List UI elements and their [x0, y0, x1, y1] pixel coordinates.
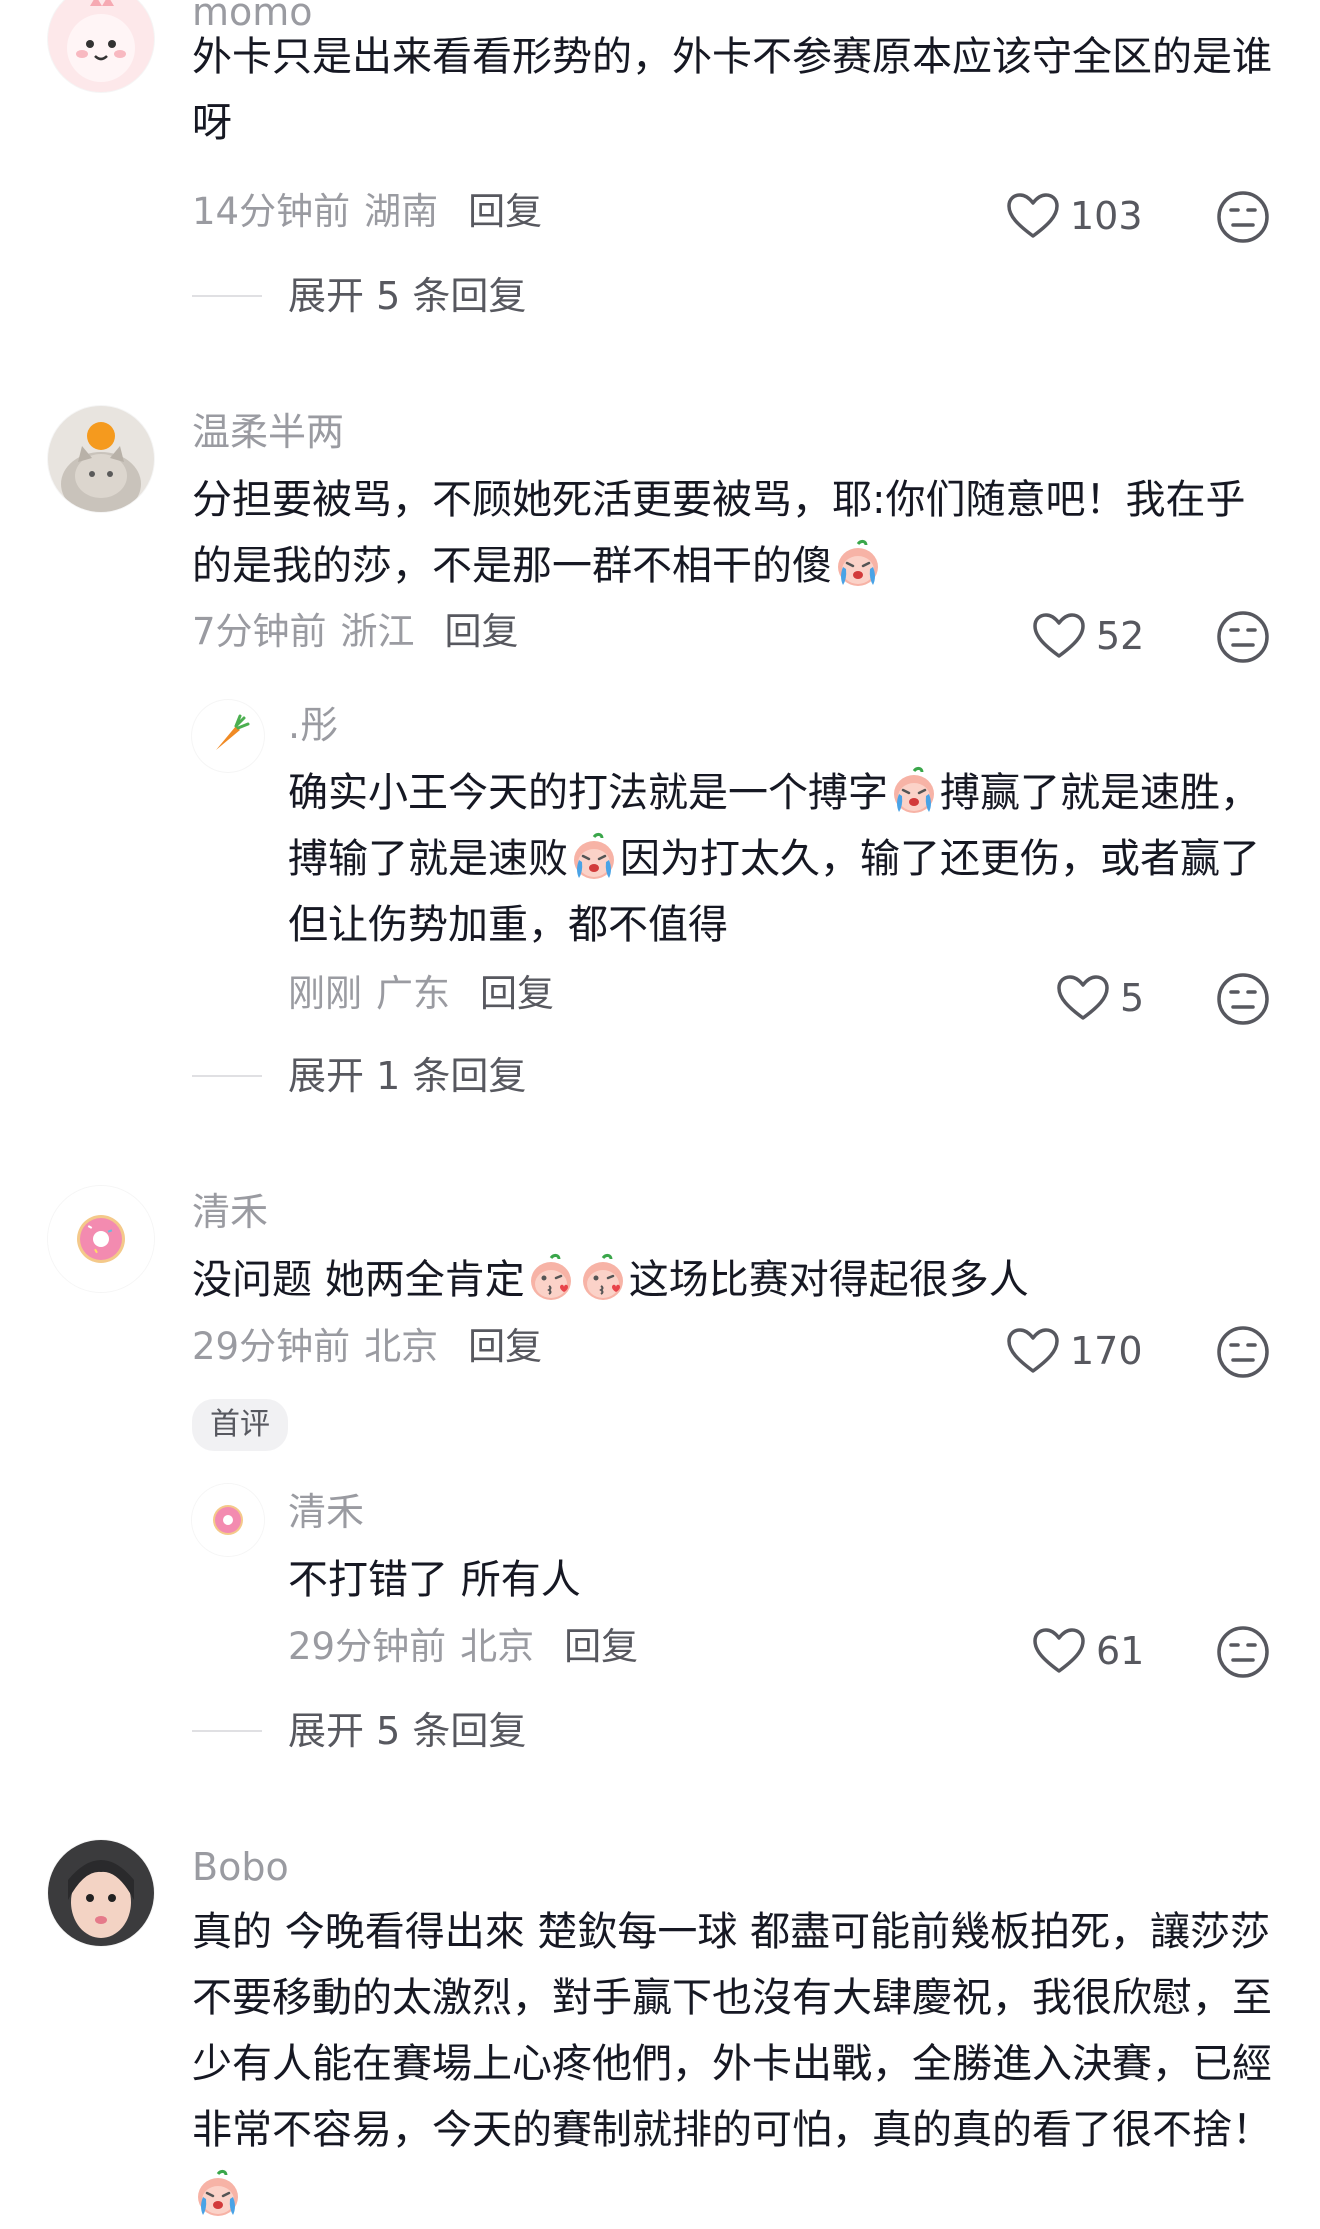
heart-outline-icon [1032, 1627, 1086, 1675]
comment-location: 浙江 [340, 610, 415, 653]
heart-outline-icon [1056, 974, 1110, 1022]
reply-time: 29分钟前 [288, 1625, 447, 1668]
kissing-peach-emoji [526, 1253, 576, 1303]
reply-text: 不打错了 所有人 [288, 1557, 581, 1603]
comment-text-part: 这场比赛对得起很多人 [628, 1257, 1029, 1303]
reply-text: 确实小王今天的打法就是一个搏字 搏赢了就是速胜，搏输了就是速败 因为打太久，输了还更… [288, 760, 1268, 958]
meh-face-icon[interactable] [1216, 1325, 1270, 1379]
reply-button[interactable]: 回复 [480, 972, 554, 1015]
avatar[interactable] [192, 1484, 264, 1556]
crying-peach-emoji [193, 2169, 243, 2219]
avatar[interactable] [48, 1840, 154, 1946]
meh-face-icon[interactable] [1216, 610, 1270, 664]
expand-replies-label: 展开 1 条回复 [288, 1054, 527, 1098]
reply-button[interactable]: 回复 [468, 1325, 542, 1368]
meh-face-icon[interactable] [1216, 972, 1270, 1026]
comment-text-part: 没问题 她两全肯定 [192, 1257, 525, 1303]
like-count: 170 [1070, 1329, 1143, 1373]
comment-meta: 14分钟前 湖南 回复 [192, 190, 542, 234]
kissing-peach-emoji [578, 1253, 628, 1303]
expand-replies-button[interactable]: 展开 5 条回复 [192, 1712, 526, 1750]
like-count: 5 [1120, 976, 1145, 1020]
expand-replies-label: 展开 5 条回复 [288, 1709, 527, 1753]
reply-meta: 刚刚 广东 回复 [288, 972, 554, 1016]
like-button[interactable]: 103 [1006, 192, 1143, 240]
comment-location: 北京 [364, 1325, 439, 1368]
reply-button[interactable]: 回复 [564, 1625, 638, 1668]
crying-peach-emoji [833, 539, 883, 589]
comment-time: 29分钟前 [192, 1325, 351, 1368]
like-button[interactable]: 61 [1032, 1627, 1144, 1675]
reply-location: 北京 [460, 1625, 535, 1668]
comment-time: 14分钟前 [192, 190, 351, 233]
like-count: 61 [1096, 1629, 1145, 1673]
expand-replies-label: 展开 5 条回复 [288, 274, 527, 318]
reply-location: 广东 [376, 972, 450, 1015]
meh-face-icon[interactable] [1216, 190, 1270, 244]
avatar[interactable] [192, 700, 264, 772]
comment-text-content: 真的 今晚看得出來 楚欽每一球 都盡可能前幾板拍死，讓莎莎不要移動的太激烈，對手… [192, 1909, 1272, 2153]
reply-username[interactable]: .彤 [288, 703, 338, 749]
first-comment-badge: 首评 [192, 1399, 288, 1451]
crying-peach-emoji [889, 766, 939, 816]
avatar[interactable] [48, 1186, 154, 1292]
comment-time: 7分钟前 [192, 610, 327, 653]
expand-replies-button[interactable]: 展开 1 条回复 [192, 1057, 526, 1095]
comment-text: 真的 今晚看得出來 楚欽每一球 都盡可能前幾板拍死，讓莎莎不要移動的太激烈，對手… [192, 1899, 1277, 2229]
reply-username[interactable]: 清禾 [288, 1490, 364, 1536]
meh-face-icon[interactable] [1216, 1625, 1270, 1679]
reply-button[interactable]: 回复 [445, 610, 519, 653]
avatar[interactable] [48, 406, 154, 512]
crying-peach-emoji [569, 832, 619, 882]
avatar[interactable] [48, 0, 154, 92]
comment-meta: 7分钟前 浙江 回复 [192, 610, 519, 654]
reply-button[interactable]: 回复 [468, 190, 542, 233]
heart-outline-icon [1006, 1327, 1060, 1375]
reply-time: 刚刚 [288, 972, 362, 1015]
comment-text: 分担要被骂，不顾她死活更要被骂，耶:你们随意吧！我在乎的是我的莎，不是那一群不相… [192, 467, 1272, 599]
heart-outline-icon [1032, 612, 1086, 660]
comment-text: 没问题 她两全肯定 这场比赛对得起很多人 [192, 1247, 1272, 1313]
divider-line [192, 1075, 262, 1077]
username[interactable]: 温柔半两 [192, 410, 344, 456]
comment-text-content: 分担要被骂，不顾她死活更要被骂，耶:你们随意吧！我在乎的是我的莎，不是那一群不相… [192, 477, 1246, 589]
divider-line [192, 1730, 262, 1732]
comment-location: 湖南 [364, 190, 439, 233]
heart-outline-icon [1006, 192, 1060, 240]
comment-text: 外卡只是出来看看形势的，外卡不参赛原本应该守全区的是谁呀 [192, 34, 1272, 146]
like-button[interactable]: 5 [1056, 974, 1144, 1022]
expand-replies-button[interactable]: 展开 5 条回复 [192, 277, 526, 315]
reply-meta: 29分钟前 北京 回复 [288, 1625, 638, 1669]
like-button[interactable]: 170 [1006, 1327, 1143, 1375]
divider-line [192, 295, 262, 297]
comment-meta: 29分钟前 北京 回复 [192, 1325, 542, 1369]
username[interactable]: Bobo [192, 1845, 289, 1891]
like-button[interactable]: 52 [1032, 612, 1144, 660]
username[interactable]: 清禾 [192, 1190, 268, 1236]
like-count: 52 [1096, 614, 1145, 658]
reply-text-part: 确实小王今天的打法就是一个搏字 [288, 770, 888, 816]
like-count: 103 [1070, 194, 1143, 238]
